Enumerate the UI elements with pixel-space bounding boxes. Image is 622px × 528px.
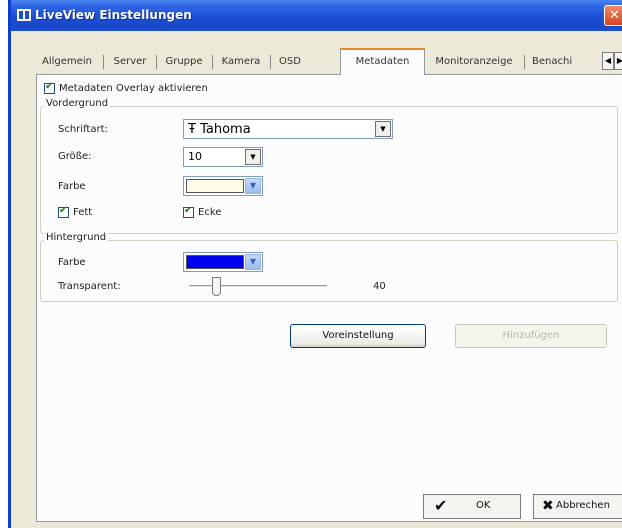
tab-divider [212, 55, 213, 69]
overlay-checkbox[interactable]: ✔ [44, 81, 55, 94]
ok-button[interactable]: ✔ OK [423, 494, 521, 519]
background-color-picker[interactable]: ▼ [183, 252, 263, 272]
size-select-value: 10 [188, 150, 202, 163]
size-label: Größe: [58, 151, 92, 162]
tab-allgemein[interactable]: Allgemein [36, 52, 98, 74]
foreground-color-picker[interactable]: ▼ [183, 176, 263, 196]
size-select[interactable]: 10 ▼ [183, 147, 263, 167]
background-group [40, 240, 618, 302]
add-button[interactable]: Hinzufügen [455, 324, 607, 348]
chevron-down-icon[interactable]: ▼ [245, 254, 261, 270]
corner-checkbox[interactable]: ✔ [183, 205, 194, 218]
foreground-color-label: Farbe [58, 181, 86, 192]
bold-checkbox[interactable]: ✔ [58, 205, 69, 218]
tab-scroll-right-icon[interactable]: ▶ [614, 52, 622, 70]
background-color-label: Farbe [58, 257, 86, 268]
tab-kamera[interactable]: Kamera [216, 52, 266, 74]
close-icon: ✕ [609, 8, 620, 23]
tab-divider [156, 55, 157, 69]
background-legend: Hintergrund [44, 232, 109, 243]
font-label: Schriftart: [58, 124, 108, 135]
tab-scroll-buttons: ◀ ▶ [602, 52, 622, 70]
window-title: LiveView Einstellungen [35, 8, 192, 22]
app-icon [17, 9, 31, 21]
cancel-button[interactable]: ✖ Abbrechen [533, 494, 622, 519]
chevron-down-icon[interactable]: ▼ [245, 178, 261, 194]
tab-server[interactable]: Server [108, 52, 152, 74]
overlay-checkbox-label: Metadaten Overlay aktivieren [59, 83, 208, 94]
tab-monitoranzeige[interactable]: Monitoranzeige [428, 52, 520, 74]
tab-divider [524, 55, 525, 69]
check-icon: ✔ [184, 205, 193, 216]
tab-osd[interactable]: OSD [274, 52, 306, 74]
foreground-color-swatch [186, 179, 244, 193]
tab-divider [103, 55, 104, 69]
title-bar[interactable]: LiveView Einstellungen ✕ [11, 0, 622, 31]
transparency-value: 40 [373, 281, 386, 292]
tab-divider [270, 55, 271, 69]
tab-scroll-left-icon[interactable]: ◀ [602, 52, 614, 70]
x-icon: ✖ [542, 498, 554, 514]
tab-benachrichtigung[interactable]: Benachi [528, 52, 600, 74]
settings-window: LiveView Einstellungen ✕ Allgemein Serve… [8, 0, 622, 528]
tab-metadaten[interactable]: Metadaten [340, 48, 425, 75]
corner-checkbox-label: Ecke [198, 207, 222, 218]
font-select-value: Tahoma [200, 122, 251, 137]
checkmark-icon: ✔ [434, 496, 448, 515]
transparency-slider-thumb[interactable] [212, 277, 222, 296]
chevron-down-icon[interactable]: ▼ [375, 121, 391, 137]
check-icon: ✔ [45, 81, 54, 92]
tab-strip: Allgemein Server Gruppe Kamera OSD Metad… [36, 48, 622, 75]
ok-button-label: OK [476, 500, 491, 511]
preset-button[interactable]: Voreinstellung [290, 324, 426, 348]
bold-checkbox-label: Fett [73, 207, 93, 218]
tab-gruppe[interactable]: Gruppe [160, 52, 208, 74]
foreground-legend: Vordergrund [44, 98, 111, 109]
close-button[interactable]: ✕ [604, 5, 622, 26]
background-color-swatch [186, 255, 244, 269]
font-select[interactable]: Ŧ Tahoma ▼ [183, 119, 393, 139]
transparency-label: Transparent: [58, 281, 121, 292]
check-icon: ✔ [59, 205, 68, 216]
transparency-slider-track[interactable] [189, 285, 327, 288]
truetype-font-icon: Ŧ [188, 122, 196, 137]
chevron-down-icon[interactable]: ▼ [245, 149, 261, 165]
cancel-button-label: Abbrechen [556, 500, 610, 511]
